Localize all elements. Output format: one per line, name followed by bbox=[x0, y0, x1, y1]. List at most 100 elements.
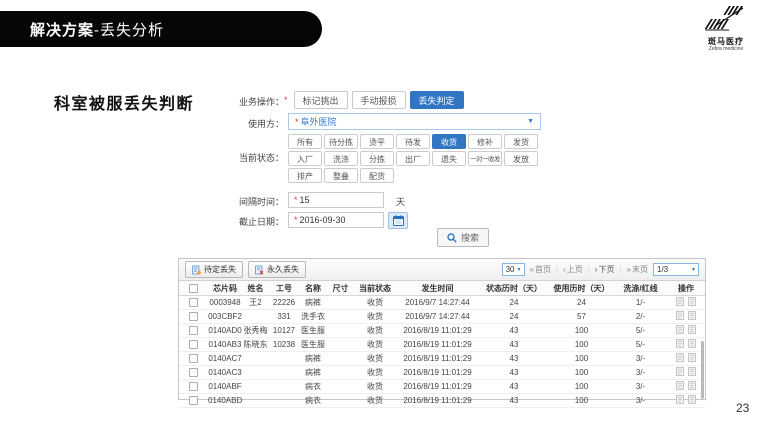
status-option[interactable]: 收货 bbox=[432, 134, 466, 149]
cell-item: 洗手衣 bbox=[299, 310, 327, 324]
status-option[interactable]: 一对一收发 bbox=[468, 151, 502, 166]
cell-emp_id: 22226 bbox=[269, 296, 299, 310]
table-row: 0140AC3病裤收货2016/8/19 11:01:29431003/- bbox=[179, 366, 705, 380]
column-header[interactable]: 发生时间 bbox=[396, 281, 479, 296]
page-size-select[interactable]: 30 ▾ bbox=[502, 263, 525, 276]
status-option[interactable]: 烫平 bbox=[360, 134, 394, 149]
status-option[interactable]: 配货 bbox=[360, 168, 394, 183]
column-header[interactable]: 姓名 bbox=[242, 281, 269, 296]
status-option[interactable]: 待发 bbox=[396, 134, 430, 149]
prev-page-icon: ‹ bbox=[563, 265, 566, 274]
status-option[interactable]: 发放 bbox=[504, 151, 538, 166]
row-checkbox[interactable] bbox=[189, 354, 198, 363]
operation-button[interactable]: 标记挑出 bbox=[294, 91, 348, 109]
column-header[interactable]: 当前状态 bbox=[354, 281, 396, 296]
column-header[interactable]: 名称 bbox=[299, 281, 327, 296]
column-header[interactable]: 洗涤/红线 bbox=[614, 281, 667, 296]
interval-label: 间隔时间： bbox=[222, 195, 284, 208]
cell-name bbox=[242, 352, 269, 366]
status-option[interactable]: 排产 bbox=[288, 168, 322, 183]
deadline-input[interactable]: * 2016-09-30 bbox=[288, 212, 384, 228]
permanent-loss-icon[interactable] bbox=[688, 353, 696, 362]
row-checkbox[interactable] bbox=[189, 312, 198, 321]
row-checkbox[interactable] bbox=[189, 298, 198, 307]
pending-loss-icon[interactable] bbox=[676, 353, 684, 362]
cell-usage_days: 100 bbox=[549, 352, 614, 366]
cell-chip[interactable]: 0140AB3 bbox=[208, 338, 242, 352]
status-option[interactable]: 发货 bbox=[504, 134, 538, 149]
pending-loss-icon[interactable] bbox=[676, 381, 684, 390]
permanent-loss-icon[interactable] bbox=[688, 367, 696, 376]
user-select[interactable]: * 阜外医院 ▼ bbox=[288, 113, 541, 130]
status-option[interactable]: 修补 bbox=[468, 134, 502, 149]
permanent-loss-icon[interactable] bbox=[688, 297, 696, 306]
cell-chip[interactable]: 0003948 bbox=[208, 296, 242, 310]
status-option[interactable]: 遗失 bbox=[432, 151, 466, 166]
row-checkbox[interactable] bbox=[189, 326, 198, 335]
cell-item: 病裤 bbox=[299, 296, 327, 310]
cell-chip[interactable]: 0140AC3 bbox=[208, 366, 242, 380]
operation-button[interactable]: 丢失判定 bbox=[410, 91, 464, 109]
permanent-loss-icon[interactable] bbox=[688, 381, 696, 390]
search-button[interactable]: 搜索 bbox=[437, 228, 489, 247]
cell-chip[interactable]: 003CBF2 bbox=[208, 310, 242, 324]
cell-name bbox=[242, 394, 269, 408]
status-option[interactable]: 所有 bbox=[288, 134, 322, 149]
status-option[interactable]: 出厂 bbox=[396, 151, 430, 166]
column-header[interactable]: 芯片码 bbox=[208, 281, 242, 296]
column-header[interactable]: 状态历时（天） bbox=[479, 281, 549, 296]
page-indicator-value: 1/3 bbox=[657, 265, 668, 274]
first-page-link[interactable]: « 首页 bbox=[530, 264, 551, 275]
pending-loss-icon[interactable] bbox=[676, 297, 684, 306]
permanent-loss-icon[interactable] bbox=[688, 311, 696, 320]
required-mark: * bbox=[294, 215, 298, 225]
cell-chip[interactable]: 0140ABD bbox=[208, 394, 242, 408]
status-label: 当前状态： bbox=[222, 151, 284, 164]
cell-emp_id: 10127 bbox=[269, 324, 299, 338]
permanent-loss-icon[interactable] bbox=[688, 339, 696, 348]
section-heading: 科室被服丢失判断 bbox=[54, 90, 194, 114]
status-option[interactable]: 待分拣 bbox=[324, 134, 358, 149]
interval-input[interactable]: * 15 bbox=[288, 192, 384, 208]
pending-loss-icon[interactable] bbox=[676, 367, 684, 376]
calendar-button[interactable] bbox=[388, 212, 408, 229]
permanent-loss-button[interactable]: 永久丢失 bbox=[248, 261, 306, 278]
cell-actions bbox=[667, 338, 705, 352]
select-all-checkbox[interactable] bbox=[189, 284, 198, 293]
column-header[interactable]: 尺寸 bbox=[327, 281, 354, 296]
next-page-link[interactable]: › 下页 bbox=[595, 264, 615, 275]
row-checkbox[interactable] bbox=[189, 382, 198, 391]
status-option[interactable]: 整叠 bbox=[324, 168, 358, 183]
cell-size bbox=[327, 338, 354, 352]
prev-page-link[interactable]: ‹ 上页 bbox=[563, 264, 583, 275]
cell-size bbox=[327, 352, 354, 366]
row-checkbox[interactable] bbox=[189, 368, 198, 377]
status-option[interactable]: 洗涤 bbox=[324, 151, 358, 166]
status-option[interactable]: 入厂 bbox=[288, 151, 322, 166]
cell-chip[interactable]: 0140AD0 bbox=[208, 324, 242, 338]
operation-button[interactable]: 手动报损 bbox=[352, 91, 406, 109]
cell-chip[interactable]: 0140AC7 bbox=[208, 352, 242, 366]
pending-loss-icon[interactable] bbox=[676, 325, 684, 334]
page-indicator-select[interactable]: 1/3 ▾ bbox=[653, 263, 699, 276]
next-page-icon: › bbox=[595, 265, 598, 274]
last-page-link[interactable]: » 末页 bbox=[627, 264, 648, 275]
pending-loss-icon[interactable] bbox=[676, 395, 684, 404]
column-header[interactable]: 使用历时（天） bbox=[549, 281, 614, 296]
table-scrollbar[interactable] bbox=[701, 341, 704, 399]
permanent-loss-icon[interactable] bbox=[688, 325, 696, 334]
permanent-loss-icon[interactable] bbox=[688, 395, 696, 404]
pending-loss-icon[interactable] bbox=[676, 339, 684, 348]
cell-chip[interactable]: 0140ABF bbox=[208, 380, 242, 394]
row-checkbox[interactable] bbox=[189, 396, 198, 405]
column-header[interactable]: 操作 bbox=[667, 281, 705, 296]
row-checkbox[interactable] bbox=[189, 340, 198, 349]
cell-size bbox=[327, 324, 354, 338]
cell-time: 2016/8/19 11:01:29 bbox=[396, 366, 479, 380]
select-all-checkbox-cell bbox=[179, 281, 208, 296]
pending-loss-icon[interactable] bbox=[676, 311, 684, 320]
pending-loss-button[interactable]: 待定丢失 bbox=[185, 261, 243, 278]
status-option[interactable]: 分拣 bbox=[360, 151, 394, 166]
column-header[interactable]: 工号 bbox=[269, 281, 299, 296]
cell-wash: 3/- bbox=[614, 366, 667, 380]
